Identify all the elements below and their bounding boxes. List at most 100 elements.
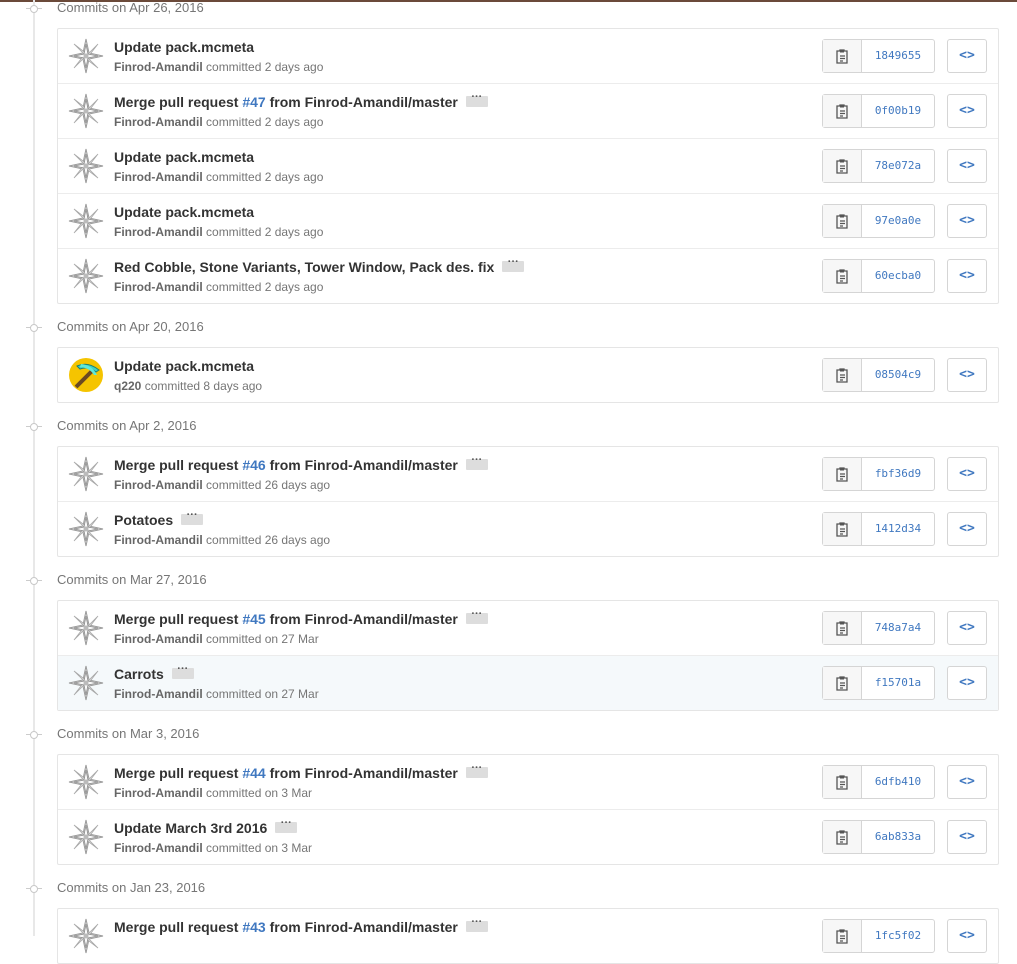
star-avatar[interactable] (68, 148, 104, 184)
star-avatar[interactable] (68, 819, 104, 855)
copy-sha-button[interactable] (823, 205, 862, 237)
commit-sha-link[interactable]: fbf36d9 (862, 458, 934, 490)
pickaxe-avatar[interactable] (68, 357, 104, 393)
pull-request-link[interactable]: #45 (242, 611, 265, 627)
browse-repo-button[interactable]: <> (947, 512, 987, 546)
commit-sha-link[interactable]: 1849655 (862, 40, 934, 72)
commit-author-link[interactable]: Finrod-Amandil (114, 632, 203, 646)
commit-author-link[interactable]: Finrod-Amandil (114, 280, 203, 294)
copy-sha-button[interactable] (823, 40, 862, 72)
browse-repo-button[interactable]: <> (947, 39, 987, 73)
copy-sha-button[interactable] (823, 612, 862, 644)
commit-author-link[interactable]: Finrod-Amandil (114, 533, 203, 547)
commit-author-link[interactable]: Finrod-Amandil (114, 687, 203, 701)
browse-repo-button[interactable]: <> (947, 259, 987, 293)
commit-message[interactable]: Merge pull request #45 from Finrod-Amand… (114, 608, 488, 627)
star-avatar[interactable] (68, 511, 104, 547)
commit-message-text[interactable]: Merge pull request (114, 765, 242, 781)
copy-sha-button[interactable] (823, 359, 862, 391)
commit-message[interactable]: Update pack.mcmeta (114, 358, 254, 374)
browse-repo-button[interactable]: <> (947, 94, 987, 128)
copy-sha-button[interactable] (823, 766, 862, 798)
commit-message[interactable]: Update pack.mcmeta (114, 39, 254, 55)
commit-message-text[interactable]: from Finrod-Amandil/master (266, 611, 458, 627)
commit-message-text[interactable]: Red Cobble, Stone Variants, Tower Window… (114, 259, 494, 275)
commit-message-text[interactable]: Update March 3rd 2016 (114, 820, 267, 836)
star-avatar[interactable] (68, 610, 104, 646)
commit-message[interactable]: Potatoes (114, 509, 204, 528)
star-avatar[interactable] (68, 918, 104, 954)
commit-message-text[interactable]: Update pack.mcmeta (114, 204, 254, 220)
pull-request-link[interactable]: #47 (242, 94, 265, 110)
star-avatar[interactable] (68, 665, 104, 701)
commit-message[interactable]: Merge pull request #43 from Finrod-Amand… (114, 916, 488, 935)
expand-message-button[interactable] (465, 454, 488, 471)
commit-sha-link[interactable]: 6ab833a (862, 821, 934, 853)
browse-repo-button[interactable]: <> (947, 149, 987, 183)
star-avatar[interactable] (68, 38, 104, 74)
commit-message[interactable]: Update March 3rd 2016 (114, 817, 298, 836)
expand-message-button[interactable] (465, 762, 488, 779)
star-avatar[interactable] (68, 93, 104, 129)
browse-repo-button[interactable]: <> (947, 919, 987, 953)
commit-message-text[interactable]: from Finrod-Amandil/master (266, 457, 458, 473)
commit-message[interactable]: Red Cobble, Stone Variants, Tower Window… (114, 256, 525, 275)
commit-message-text[interactable]: Update pack.mcmeta (114, 358, 254, 374)
copy-sha-button[interactable] (823, 920, 862, 952)
browse-repo-button[interactable]: <> (947, 820, 987, 854)
commit-sha-link[interactable]: 60ecba0 (862, 260, 934, 292)
commit-sha-link[interactable]: f15701a (862, 667, 934, 699)
browse-repo-button[interactable]: <> (947, 765, 987, 799)
expand-message-button[interactable] (465, 916, 488, 933)
commit-sha-link[interactable]: 6dfb410 (862, 766, 934, 798)
star-avatar[interactable] (68, 258, 104, 294)
copy-sha-button[interactable] (823, 458, 862, 490)
commit-message-text[interactable]: Update pack.mcmeta (114, 149, 254, 165)
copy-sha-button[interactable] (823, 821, 862, 853)
star-avatar[interactable] (68, 764, 104, 800)
commit-author-link[interactable]: Finrod-Amandil (114, 786, 203, 800)
commit-message-text[interactable]: Potatoes (114, 512, 173, 528)
expand-message-button[interactable] (181, 509, 204, 526)
commit-message-text[interactable]: from Finrod-Amandil/master (266, 919, 458, 935)
commit-sha-link[interactable]: 08504c9 (862, 359, 934, 391)
commit-message[interactable]: Merge pull request #47 from Finrod-Amand… (114, 91, 488, 110)
browse-repo-button[interactable]: <> (947, 611, 987, 645)
pull-request-link[interactable]: #43 (242, 919, 265, 935)
commit-message-text[interactable]: from Finrod-Amandil/master (266, 94, 458, 110)
commit-sha-link[interactable]: 748a7a4 (862, 612, 934, 644)
commit-sha-link[interactable]: 1412d34 (862, 513, 934, 545)
browse-repo-button[interactable]: <> (947, 457, 987, 491)
copy-sha-button[interactable] (823, 260, 862, 292)
expand-message-button[interactable] (465, 91, 488, 108)
commit-message-text[interactable]: Merge pull request (114, 94, 242, 110)
pull-request-link[interactable]: #46 (242, 457, 265, 473)
commit-message[interactable]: Carrots (114, 663, 194, 682)
commit-message[interactable]: Merge pull request #46 from Finrod-Amand… (114, 454, 488, 473)
commit-author-link[interactable]: Finrod-Amandil (114, 841, 203, 855)
commit-sha-link[interactable]: 1fc5f02 (862, 920, 934, 952)
star-avatar[interactable] (68, 456, 104, 492)
star-avatar[interactable] (68, 203, 104, 239)
copy-sha-button[interactable] (823, 95, 862, 127)
commit-author-link[interactable]: Finrod-Amandil (114, 115, 203, 129)
commit-message-text[interactable]: Merge pull request (114, 457, 242, 473)
expand-message-button[interactable] (171, 663, 194, 680)
copy-sha-button[interactable] (823, 513, 862, 545)
commit-sha-link[interactable]: 97e0a0e (862, 205, 934, 237)
commit-message-text[interactable]: from Finrod-Amandil/master (266, 765, 458, 781)
copy-sha-button[interactable] (823, 150, 862, 182)
commit-sha-link[interactable]: 0f00b19 (862, 95, 934, 127)
commit-message-text[interactable]: Update pack.mcmeta (114, 39, 254, 55)
commit-author-link[interactable]: Finrod-Amandil (114, 478, 203, 492)
commit-message-text[interactable]: Carrots (114, 666, 164, 682)
browse-repo-button[interactable]: <> (947, 358, 987, 392)
commit-author-link[interactable]: Finrod-Amandil (114, 60, 203, 74)
expand-message-button[interactable] (502, 256, 525, 273)
commit-message[interactable]: Update pack.mcmeta (114, 204, 254, 220)
pull-request-link[interactable]: #44 (242, 765, 265, 781)
expand-message-button[interactable] (275, 817, 298, 834)
browse-repo-button[interactable]: <> (947, 204, 987, 238)
browse-repo-button[interactable]: <> (947, 666, 987, 700)
commit-message[interactable]: Update pack.mcmeta (114, 149, 254, 165)
